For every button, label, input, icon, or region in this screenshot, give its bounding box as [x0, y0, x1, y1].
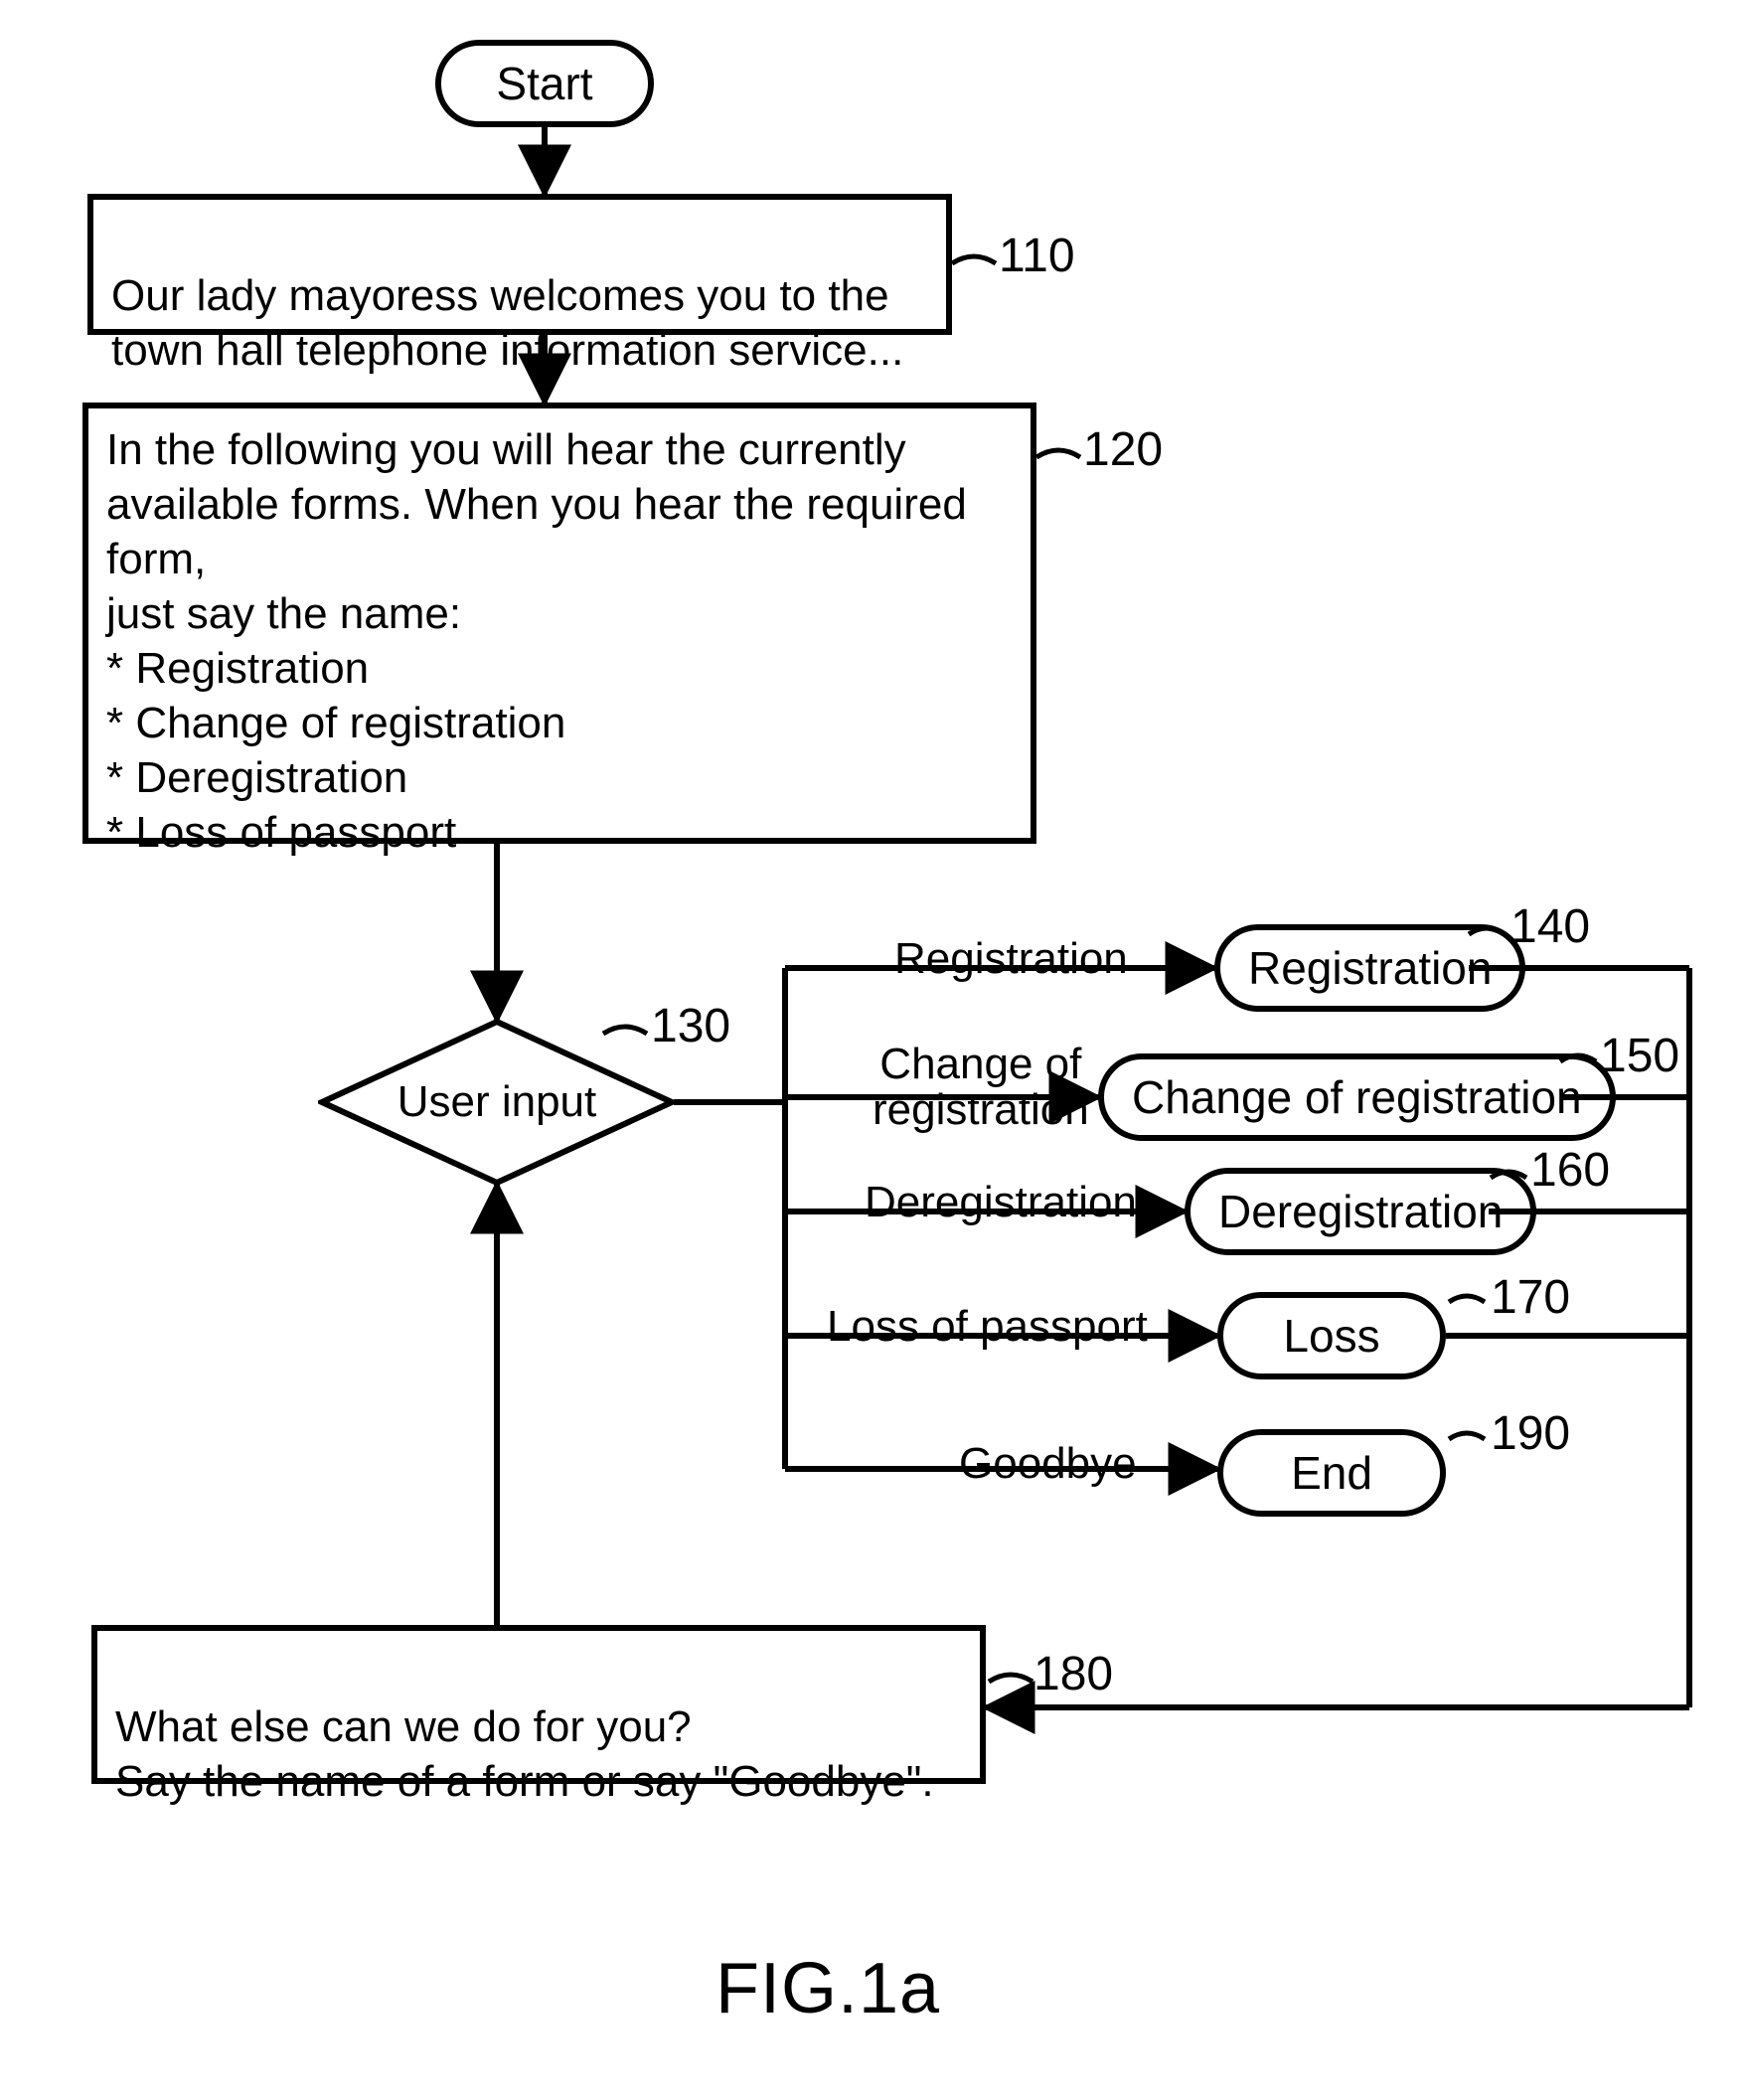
- flowchart-stage: Start Our lady mayoress welcomes you to …: [0, 0, 1748, 2100]
- connectors: [0, 0, 1748, 2100]
